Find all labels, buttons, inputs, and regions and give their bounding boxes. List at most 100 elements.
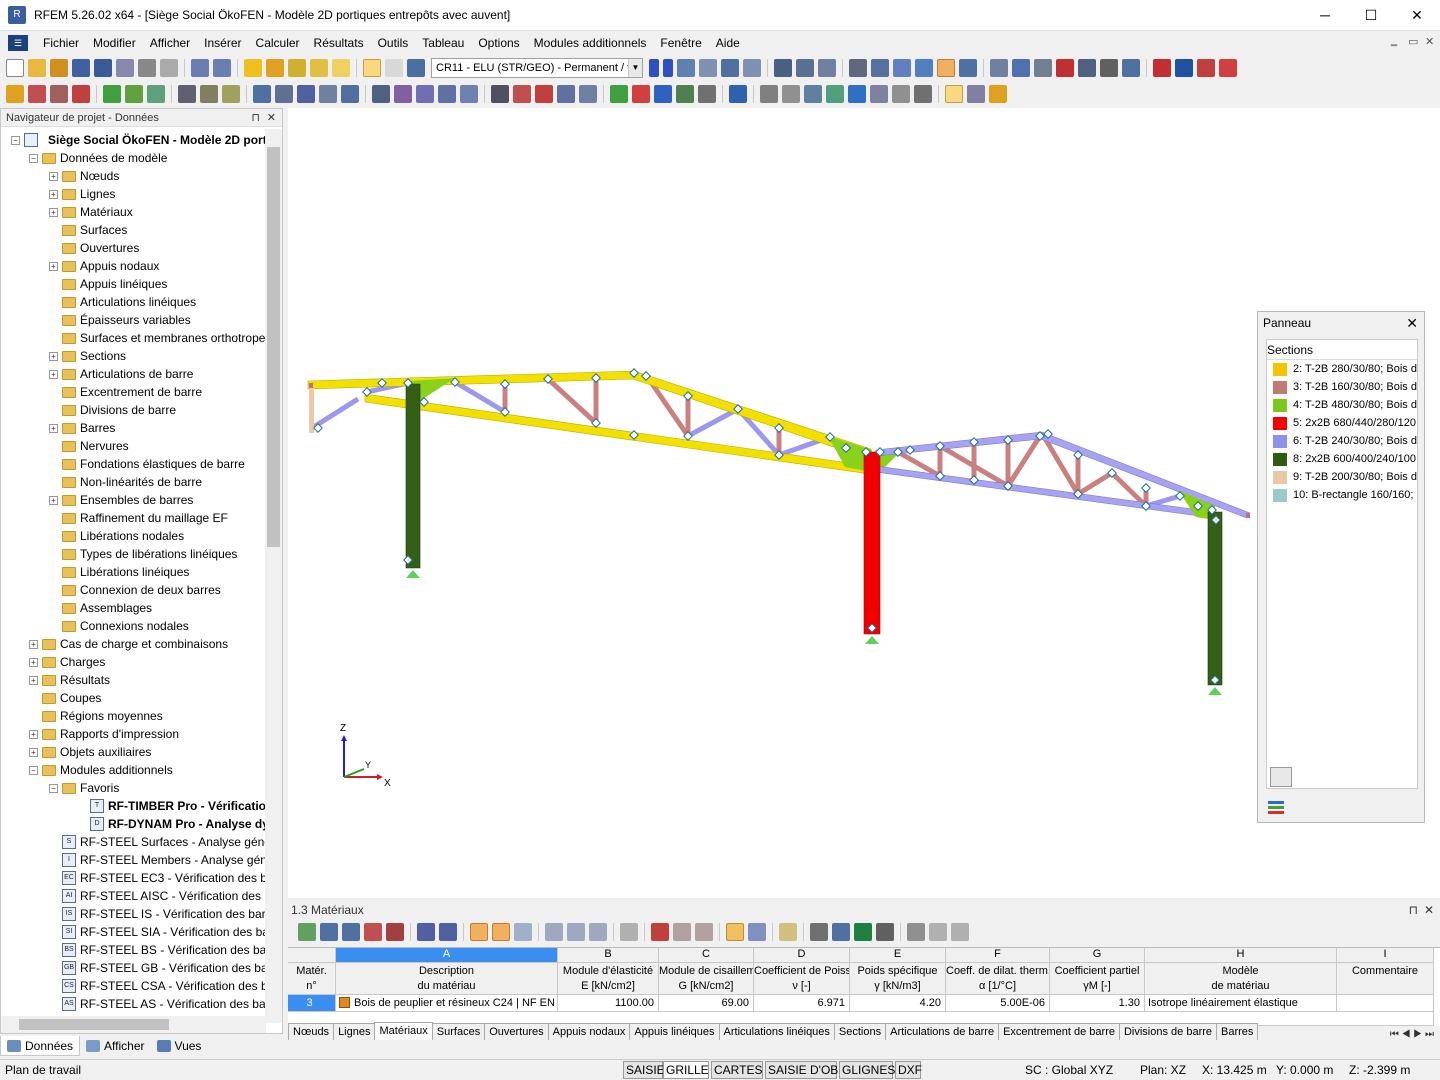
copy-icon[interactable] [332,59,350,77]
collapse-icon[interactable]: − [29,766,38,775]
menu-calculer[interactable]: Calculer [249,36,307,50]
export-icon[interactable] [1153,59,1171,77]
save-icon[interactable] [94,59,112,77]
menu-modifier[interactable]: Modifier [86,36,143,50]
collapse-icon[interactable]: − [29,154,38,163]
column-letter[interactable] [288,948,336,963]
glignes-button[interactable]: GLIGNES [839,1061,895,1079]
table-cell[interactable]: 4.20 [850,995,946,1012]
cut-icon[interactable] [673,923,691,941]
menu-options[interactable]: Options [471,36,526,50]
view-top-icon[interactable] [253,85,271,103]
paste-icon[interactable] [695,923,713,941]
solid-render-icon[interactable] [848,85,866,103]
saisie-button[interactable]: SAISIE [623,1061,665,1079]
column-header[interactable]: Module de cisaillem G [kN/cm2] [659,963,754,995]
new-file-icon[interactable] [6,59,24,77]
tree-item-fondations-elastiques-de-barre[interactable]: Fondations élastiques de barre [1,455,266,473]
load-surface-icon[interactable] [147,85,165,103]
tree-item-favoris[interactable]: − Favoris [1,779,266,797]
visibility-icon[interactable] [372,85,390,103]
vertical-scrollbar[interactable] [265,129,282,1023]
diagram-icon[interactable] [818,59,836,77]
previous-icon[interactable] [545,923,563,941]
collapse-icon[interactable]: − [49,784,58,793]
zoom-window-icon[interactable] [438,85,456,103]
insert-row-icon[interactable] [320,923,338,941]
menu-inserer[interactable]: Insérer [197,36,248,50]
sheet-tab[interactable]: Lignes [333,1023,376,1040]
menu-resultats[interactable]: Résultats [307,36,371,50]
expand-icon[interactable]: + [49,190,58,199]
column-letter[interactable]: D [754,948,850,963]
tree-item-rf-steel-ec3-verification-des-[interactable]: EC RF-STEEL EC3 - Vérification des ba [1,869,266,887]
import-icon[interactable] [417,923,435,941]
grid-icon[interactable] [849,59,867,77]
horizontal-scrollbar[interactable] [1,1016,266,1033]
display-options-icon[interactable] [967,85,985,103]
member-icon[interactable] [50,85,68,103]
load-member-icon[interactable] [125,85,143,103]
edit-table-icon[interactable] [298,923,316,941]
dimension-icon[interactable] [178,85,196,103]
deselect-icon[interactable] [620,923,638,941]
report-icon[interactable] [1219,59,1237,77]
function-icon[interactable] [929,923,947,941]
last-icon[interactable] [589,923,607,941]
expand-icon[interactable]: + [49,172,58,181]
tree-item-articulations-de-barre[interactable]: + Articulations de barre [1,365,266,383]
expand-icon[interactable]: + [29,730,38,739]
export-icon[interactable] [439,923,457,941]
next-icon[interactable] [567,923,585,941]
column-header[interactable]: Module d'élasticité E [kN/cm2] [558,963,659,995]
mdi-close-button[interactable]: ✕ [1425,35,1434,48]
menu-fichier[interactable]: Fichier [36,36,86,50]
menu-outils[interactable]: Outils [371,36,416,50]
menu-modules-additionnels[interactable]: Modules additionnels [527,36,654,50]
expand-icon[interactable]: + [29,748,38,757]
column-letter[interactable]: E [850,948,946,963]
notes-icon[interactable] [779,923,797,941]
tree-item-rf-steel-as-verification-des-b[interactable]: AS RF-STEEL AS - Vérification des bar [1,995,266,1013]
comment-icon[interactable] [200,85,218,103]
member-snap-icon[interactable] [915,59,933,77]
tree-item-assemblages[interactable]: Assemblages [1,599,266,617]
settings-icon[interactable] [1100,59,1118,77]
load-case-icon[interactable] [407,59,425,77]
column-header[interactable]: Modèle de matériau [1145,963,1337,995]
table-cell[interactable] [1337,995,1434,1012]
abc-icon[interactable] [907,923,925,941]
column-header[interactable]: Description du matériau [336,963,558,995]
expand-icon[interactable]: + [49,424,58,433]
sheet-tab[interactable]: Appuis linéiques [629,1023,720,1040]
zoom-in-icon[interactable] [535,85,553,103]
redo-icon[interactable] [213,59,231,77]
clear-icon[interactable] [364,923,382,941]
tab-afficher[interactable]: Afficher [80,1036,150,1056]
tree-item-rf-timber-pro-verification[interactable]: T RF-TIMBER Pro - Vérification [1,797,266,815]
column-header[interactable]: Matér. n° [288,963,336,995]
grille-button[interactable]: GRILLE [663,1061,709,1079]
calculate-all-icon[interactable] [699,59,717,77]
tree-item-ouvertures[interactable]: Ouvertures [1,239,266,257]
tree-item-barres[interactable]: + Barres [1,419,266,437]
tree-item-charges[interactable]: + Charges [1,653,266,671]
expand-icon[interactable]: + [49,352,58,361]
close-icon[interactable]: ✕ [1424,901,1434,919]
tree-item-rapports-d-impression[interactable]: + Rapports d'impression [1,725,266,743]
section-view-icon[interactable] [416,85,434,103]
tree-item-materiaux[interactable]: + Matériaux [1,203,266,221]
node-icon[interactable] [6,85,24,103]
table-cell[interactable]: 69.00 [659,995,754,1012]
tree-item-lignes[interactable]: + Lignes [1,185,266,203]
table-cell[interactable]: 1.30 [1050,995,1145,1012]
tree-item-appuis-nodaux[interactable]: + Appuis nodaux [1,257,266,275]
minimize-button[interactable]: ─ [1302,0,1348,31]
sheet-tab[interactable]: Matériaux [374,1022,433,1040]
function-clear-icon[interactable] [951,923,969,941]
load-node-icon[interactable] [103,85,121,103]
tree-item-appuis-lineiques[interactable]: Appuis linéiques [1,275,266,293]
render-solid-icon[interactable] [491,85,509,103]
rotate-view-icon[interactable] [1012,59,1030,77]
show-results-icon[interactable] [721,59,739,77]
